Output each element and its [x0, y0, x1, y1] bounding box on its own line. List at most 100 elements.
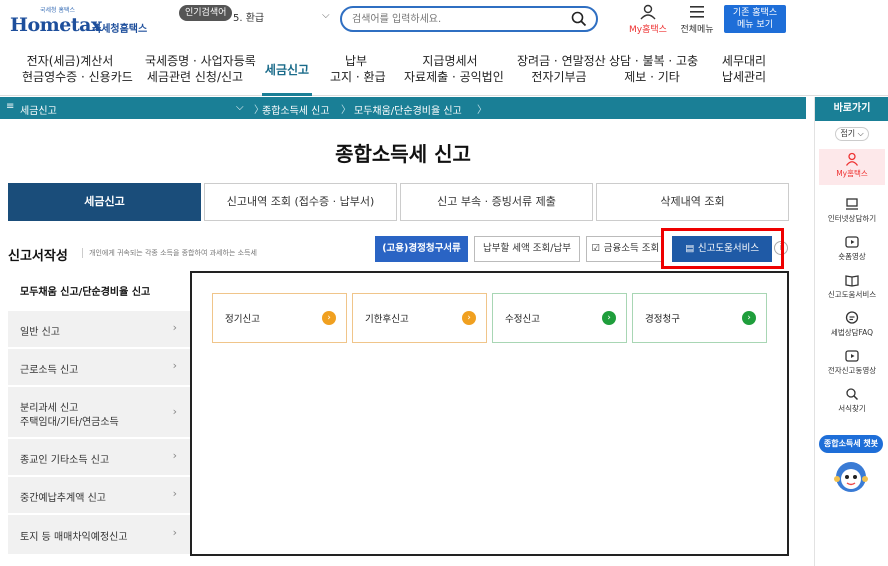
quick-item-label: My홈택스	[836, 169, 868, 178]
arrow-right-icon: ›	[462, 311, 476, 325]
breadcrumb: ≡ 세금신고 ⌵ 〉 종합소득세 신고 〉 모두채움/단순경비율 신고 〉	[0, 97, 806, 119]
hometax-logo[interactable]: 국세청 홈택스 Hometax 국세청홈택스	[10, 5, 160, 39]
gnb-item-tax-report[interactable]: 세금신고	[262, 62, 312, 78]
global-nav: 전자(세금)계산서 현금영수증 · 신용카드 국세증명 · 사업자등록세금관련 신…	[0, 44, 888, 96]
quick-form-search[interactable]: 서식찾기	[819, 387, 885, 414]
logo-small-text: 국세청 홈택스	[40, 7, 76, 14]
side-item-religious[interactable]: 종교인 기타소득 신고 ›	[8, 439, 191, 477]
gnb-item-incentive[interactable]: 장려금 · 연말정산전자기부금	[517, 53, 606, 85]
chevron-right-icon: 〉	[341, 105, 351, 116]
highlight-box	[661, 228, 784, 269]
side-item-label: 일반 신고	[20, 327, 60, 338]
gnb-item-consult[interactable]: 상담 · 불복 · 고충제보 · 기타	[609, 53, 699, 85]
gnb-label: 국세증명 · 사업자등록	[145, 54, 256, 68]
popular-search-rank[interactable]: 5. 환급	[233, 9, 264, 24]
section-description: 개인에게 귀속되는 각종 소득을 종합하여 과세하는 소득세	[82, 248, 257, 258]
side-item-interim[interactable]: 중간예납추계액 신고 ›	[8, 477, 191, 515]
gnb-label: 납부	[344, 54, 368, 68]
chevron-right-icon: ›	[172, 359, 177, 372]
logo-brand-text: Hometax	[10, 14, 102, 36]
card-label: 정기신고	[225, 314, 260, 325]
old-hometax-line2: 메뉴 보기	[737, 20, 773, 30]
search-box	[340, 6, 598, 32]
quick-menu-header: 바로가기	[815, 97, 888, 121]
chevron-right-icon: 〉	[477, 105, 487, 116]
side-item-prefilled[interactable]: 모두채움 신고/단순경비율 신고	[8, 271, 191, 311]
arrow-right-icon: ›	[742, 311, 756, 325]
gnb-item-einvoice[interactable]: 전자(세금)계산서 현금영수증 · 신용카드	[22, 53, 133, 85]
my-hometax-button[interactable]: My홈택스	[625, 4, 671, 36]
gnb-sublabel: 세금관련 신청/신고	[146, 70, 244, 84]
quick-e-report-video[interactable]: 전자신고동영상	[819, 349, 885, 376]
tab-attachments[interactable]: 신고 부속 · 증빙서류 제출	[400, 183, 593, 221]
side-item-earned-income[interactable]: 근로소득 신고 ›	[8, 349, 191, 387]
chevron-right-icon: ›	[172, 405, 177, 418]
play-icon	[845, 236, 859, 248]
chat-icon	[845, 311, 859, 324]
gnb-item-payment[interactable]: 납부 고지 · 환급	[330, 53, 386, 85]
gnb-label: 장려금 · 연말정산	[517, 54, 606, 68]
gnb-item-agent[interactable]: 세무대리납세관리	[718, 53, 770, 85]
gnb-label: 세금신고	[264, 63, 310, 77]
breadcrumb-level3[interactable]: 모두채움/단순경비율 신고	[354, 102, 462, 117]
tab-tax-report[interactable]: 세금신고	[8, 183, 201, 221]
user-icon	[845, 152, 859, 166]
gnb-label: 상담 · 불복 · 고충	[609, 54, 699, 68]
quick-faq[interactable]: 세법상담FAQ	[819, 311, 885, 338]
gnb-sublabel: 자료제출 · 공익법인	[404, 70, 504, 84]
active-underline	[262, 93, 312, 96]
logo-korean-text: 국세청홈택스	[92, 24, 148, 35]
chevron-down-icon[interactable]: ⌵	[322, 10, 330, 21]
quick-menu: 바로가기 접기 ⌵ My홈택스 인터넷상담하기 숏폼영상 신고도움서비스 세법상…	[814, 97, 888, 566]
fold-button[interactable]: 접기 ⌵	[835, 127, 869, 141]
search-input[interactable]	[352, 11, 552, 28]
financial-income-button[interactable]: ☑ 금융소득 조회	[586, 236, 664, 262]
mascot-icon[interactable]	[829, 455, 873, 495]
card-refund-claim[interactable]: 경정청구 ›	[632, 293, 767, 343]
side-item-land[interactable]: 토지 등 매매차익예정신고 ›	[8, 515, 191, 556]
gnb-sublabel: 제보 · 기타	[624, 70, 680, 84]
breadcrumb-level1[interactable]: 세금신고	[20, 102, 57, 117]
quick-item-label: 숏폼영상	[838, 252, 866, 261]
tab-report-history[interactable]: 신고내역 조회 (접수증 · 납부서)	[204, 183, 397, 221]
side-item-label: 모두채움 신고/단순경비율 신고	[20, 287, 151, 298]
chatbot-button[interactable]: 종합소득세 챗봇	[819, 435, 883, 453]
gnb-sublabel: 납세관리	[721, 70, 767, 84]
top-header: 국세청 홈택스 Hometax 국세청홈택스 인기검색어 5. 환급 ⌵ My홈…	[0, 0, 888, 44]
quick-shortform-video[interactable]: 숏폼영상	[819, 235, 885, 262]
quick-online-consult[interactable]: 인터넷상담하기	[819, 197, 885, 224]
checkbox-icon: ☑	[591, 243, 601, 254]
chevron-down-icon[interactable]: ⌵	[236, 102, 244, 113]
quick-item-label: 인터넷상담하기	[827, 214, 877, 223]
book-icon	[845, 275, 859, 287]
card-amended-report[interactable]: 수정신고 ›	[492, 293, 627, 343]
gnb-label: 세무대리	[721, 54, 767, 68]
gnb-item-certificate[interactable]: 국세증명 · 사업자등록세금관련 신청/신고	[145, 53, 256, 85]
tax-due-button[interactable]: 납부할 세액 조회/납부	[474, 236, 580, 262]
my-hometax-label: My홈택스	[629, 25, 667, 35]
side-item-general[interactable]: 일반 신고 ›	[8, 311, 191, 349]
quick-my-hometax[interactable]: My홈택스	[819, 149, 885, 185]
gnb-sublabel: 전자기부금	[531, 70, 587, 84]
quick-help-service[interactable]: 신고도움서비스	[819, 273, 885, 300]
video-icon	[845, 350, 859, 362]
side-item-label: 중간예납추계액 신고	[20, 493, 106, 504]
card-late-report[interactable]: 기한후신고 ›	[352, 293, 487, 343]
menu-icon[interactable]: ≡	[6, 101, 14, 112]
full-menu-label: 전체메뉴	[680, 25, 714, 35]
chevron-right-icon: ›	[172, 487, 177, 500]
card-regular-report[interactable]: 정기신고 ›	[212, 293, 347, 343]
page-title: 종합소득세 신고	[335, 142, 471, 166]
card-label: 경정청구	[645, 314, 680, 325]
popular-search-badge: 인기검색어	[179, 5, 233, 21]
correction-documents-button[interactable]: (고용)경정청구서류	[375, 236, 468, 262]
breadcrumb-level2[interactable]: 종합소득세 신고	[262, 102, 330, 117]
old-hometax-line1: 기존 홈택스	[732, 8, 778, 18]
fold-label: 접기	[840, 129, 856, 138]
search-icon[interactable]	[570, 10, 588, 28]
gnb-item-statement[interactable]: 지급명세서 자료제출 · 공익법인	[404, 53, 504, 85]
side-item-separate-tax[interactable]: 분리과세 신고 주택임대/기타/연금소득 ›	[8, 387, 191, 439]
tab-deleted-history[interactable]: 삭제내역 조회	[596, 183, 789, 221]
full-menu-button[interactable]: 전체메뉴	[676, 4, 718, 36]
old-hometax-button[interactable]: 기존 홈택스 메뉴 보기	[724, 5, 786, 33]
